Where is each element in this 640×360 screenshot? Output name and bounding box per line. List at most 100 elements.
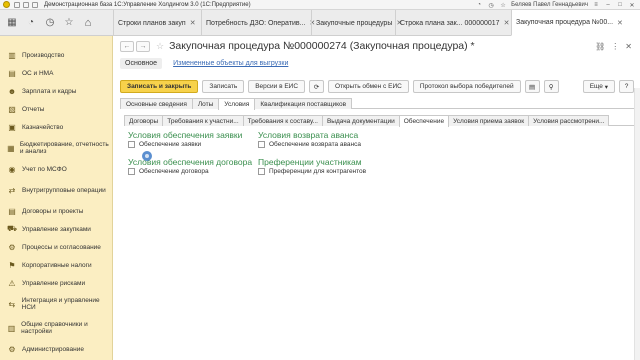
save-button[interactable]: Записать bbox=[202, 80, 245, 93]
group-ops-icon: ⇄ bbox=[8, 185, 16, 195]
sidebar-item-label: Управление закупками bbox=[22, 225, 91, 233]
subtab-composition-requirements[interactable]: Требования к составу... bbox=[242, 115, 323, 126]
subtab-contracts[interactable]: Договоры bbox=[124, 115, 164, 126]
close-icon[interactable]: ✕ bbox=[190, 19, 196, 27]
sidebar-item-payroll[interactable]: ☻ Зарплата и кадры bbox=[0, 82, 112, 100]
window-tab[interactable]: Потребность ДЗО: Оператив... ✕ bbox=[201, 10, 315, 36]
form-nav-changed-objects[interactable]: Измененные объекты для выгрузки bbox=[168, 58, 293, 69]
sidebar-item-ifrs[interactable]: ◉ Учет по МСФО bbox=[0, 160, 112, 178]
sidebar-item-settings[interactable]: ▥ Общие справочники и настройки bbox=[0, 316, 112, 340]
report-icon: ▧ bbox=[8, 104, 16, 114]
sidebar-item-taxes[interactable]: ⚑ Корпоративные налоги bbox=[0, 256, 112, 274]
window-tab[interactable]: Строка плана зак... 000000017 ✕ bbox=[395, 10, 511, 36]
contract-security-checkbox[interactable] bbox=[128, 168, 135, 175]
sidebar-item-fixed-assets[interactable]: ▤ ОС и НМА bbox=[0, 64, 112, 82]
refresh-icon[interactable]: ⟳ bbox=[309, 80, 325, 93]
home-icon[interactable]: ⌂ bbox=[79, 12, 97, 34]
bell-icon[interactable]: ◔ bbox=[475, 1, 483, 9]
favorite-star-icon[interactable]: ☆ bbox=[156, 41, 164, 52]
open-windows-tabstrip: ▦ ◔ ◷ ☆ ⌂ Строки планов закуп ✕ Потребнос… bbox=[0, 10, 640, 36]
window-tab[interactable]: Закупочные процедуры ✕ bbox=[311, 10, 402, 36]
close-icon[interactable]: ✕ bbox=[504, 19, 510, 27]
tab-conditions[interactable]: Условия bbox=[218, 98, 256, 110]
window-tab[interactable]: Строки планов закуп ✕ bbox=[113, 10, 201, 36]
sidebar-item-contracts[interactable]: ▤ Договоры и проекты bbox=[0, 202, 112, 220]
sidebar-item-intragroup[interactable]: ⇄ Внутригрупповые операции bbox=[0, 178, 112, 202]
subtab-security[interactable]: Обеспечение bbox=[398, 115, 450, 127]
bid-security-label: Обеспечение заявки bbox=[139, 141, 202, 148]
attachment-icon[interactable]: ▤ bbox=[524, 80, 540, 93]
bid-security-checkbox[interactable] bbox=[128, 141, 135, 148]
open-eis-exchange-button[interactable]: Открыть обмен с ЕИС bbox=[328, 80, 409, 93]
window-title: Демонстрационная база 1С:Управление Холд… bbox=[44, 1, 251, 8]
window-tab-active[interactable]: Закупочная процедура №00... ✕ bbox=[511, 10, 640, 36]
tab-lots[interactable]: Лоты bbox=[191, 98, 220, 109]
save-and-close-button[interactable]: Записать и закрыть bbox=[120, 80, 199, 93]
menu-icon[interactable]: ≡ bbox=[592, 1, 600, 9]
sidebar-item-production[interactable]: ▥ Производство bbox=[0, 46, 112, 64]
sidebar-item-risks[interactable]: ⚠ Управление рисками bbox=[0, 274, 112, 292]
bid-security-checkbox-row[interactable]: Обеспечение заявки bbox=[128, 141, 201, 148]
paperclip-icon[interactable]: ⚲ bbox=[543, 80, 559, 93]
user-name[interactable]: Беляев Павел Геннадьевич bbox=[511, 2, 588, 8]
history-icon[interactable]: ◷ bbox=[487, 1, 495, 9]
vertical-scrollbar[interactable] bbox=[634, 88, 640, 360]
factory-icon: ▥ bbox=[8, 50, 16, 60]
toolbar-icon-3[interactable] bbox=[32, 1, 38, 8]
sidebar-item-label: Учет по МСФО bbox=[22, 165, 67, 173]
window-tab-label: Потребность ДЗО: Оператив... bbox=[206, 19, 306, 27]
sidebar-item-processes[interactable]: ⚙ Процессы и согласование bbox=[0, 238, 112, 256]
subtab-bid-acceptance[interactable]: Условия приема заявок bbox=[448, 115, 530, 126]
subtab-participant-requirements[interactable]: Требования к участни... bbox=[162, 115, 244, 126]
sidebar-item-label: Бюджетирование, отчетность и анализ bbox=[19, 141, 109, 155]
contract-security-checkbox-row[interactable]: Обеспечение договора bbox=[128, 168, 209, 175]
sidebar-item-treasury[interactable]: ▣ Казначейство bbox=[0, 118, 112, 136]
subtab-documentation[interactable]: Выдача документации bbox=[321, 115, 400, 126]
bell-icon[interactable]: ◔ bbox=[22, 12, 40, 34]
history-icon[interactable]: ◷ bbox=[41, 12, 59, 34]
help-button[interactable]: ? bbox=[619, 80, 634, 93]
window-tab-label: Закупочные процедуры bbox=[316, 19, 393, 27]
tab-supplier-qualification[interactable]: Квалификация поставщиков bbox=[254, 98, 353, 109]
minimize-icon[interactable]: – bbox=[604, 1, 612, 9]
versions-eis-button[interactable]: Версии в ЕИС bbox=[248, 80, 306, 93]
toolbar-icon-1[interactable] bbox=[14, 1, 20, 8]
admin-icon: ⚙ bbox=[8, 344, 16, 354]
star-icon[interactable]: ☆ bbox=[499, 1, 507, 9]
advance-return-checkbox[interactable] bbox=[258, 141, 265, 148]
forward-arrow-icon[interactable]: → bbox=[136, 40, 150, 52]
sidebar-item-label: Общие справочники и настройки bbox=[21, 321, 88, 335]
back-arrow-icon[interactable]: ← bbox=[120, 40, 134, 52]
preferences-label: Преференции для контрагентов bbox=[269, 168, 367, 175]
toolbar-icon-2[interactable] bbox=[23, 1, 29, 8]
sidebar-item-budgeting[interactable]: ▦ Бюджетирование, отчетность и анализ bbox=[0, 136, 112, 160]
window-tab-label: Строка плана зак... 000000017 bbox=[400, 19, 500, 27]
preferences-checkbox[interactable] bbox=[258, 168, 265, 175]
sidebar-item-label: Процессы и согласование bbox=[22, 243, 101, 251]
more-icon[interactable]: ⋮ bbox=[611, 42, 619, 51]
preferences-checkbox-row[interactable]: Преференции для контрагентов bbox=[258, 168, 366, 175]
sidebar-item-integration[interactable]: ⇆ Интеграция и управление НСИ bbox=[0, 292, 112, 316]
sidebar-item-label: Казначейство bbox=[22, 123, 64, 131]
form-nav-main[interactable]: Основное bbox=[120, 58, 163, 69]
maximize-icon[interactable]: □ bbox=[616, 1, 624, 9]
sidebar-item-label: Корпоративные налоги bbox=[22, 261, 92, 269]
close-icon[interactable]: ✕ bbox=[625, 42, 632, 51]
grid-menu-icon[interactable]: ▦ bbox=[3, 12, 21, 34]
more-menu-label: Еще bbox=[589, 83, 603, 90]
advance-return-checkbox-row[interactable]: Обеспечение возврата аванса bbox=[258, 141, 361, 148]
risk-icon: ⚠ bbox=[8, 278, 16, 288]
link-icon[interactable]: ⛓ bbox=[595, 42, 605, 51]
favorites-icon[interactable]: ☆ bbox=[60, 12, 78, 34]
sidebar-item-admin[interactable]: ⚙ Администрирование bbox=[0, 340, 112, 358]
sidebar-item-purchases[interactable]: ⛟ Управление закупками bbox=[0, 220, 112, 238]
sidebar-item-reports[interactable]: ▧ Отчеты bbox=[0, 100, 112, 118]
subtab-review-conditions[interactable]: Условия рассмотрени... bbox=[528, 115, 610, 126]
settings-icon: ▥ bbox=[7, 323, 16, 333]
close-icon[interactable]: ✕ bbox=[628, 1, 636, 9]
more-menu-button[interactable]: Еще ▾ bbox=[582, 80, 615, 93]
sidebar-item-label: Отчеты bbox=[22, 105, 45, 113]
winners-protocol-button[interactable]: Протокол выбора победителей bbox=[412, 80, 521, 93]
close-icon[interactable]: ✕ bbox=[617, 19, 623, 27]
tab-basic-info[interactable]: Основные сведения bbox=[120, 98, 193, 109]
